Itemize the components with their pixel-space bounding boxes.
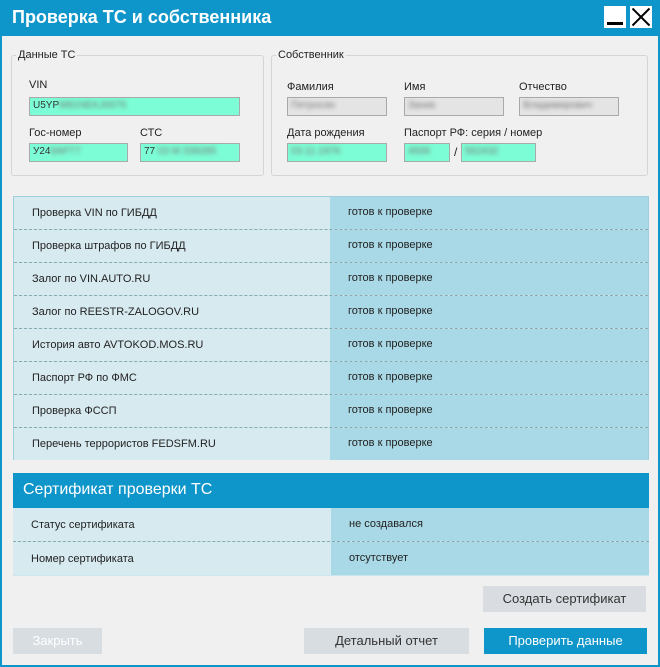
passport-label: Паспорт РФ: серия / номер: [404, 127, 543, 139]
check-row: Проверка VIN по ГИБДД готов к проверке: [14, 197, 648, 230]
owner-data-group: Собственник Фамилия Петросян Имя Заник О…: [271, 49, 648, 176]
check-status: готов к проверке: [330, 428, 648, 460]
birthdate-label: Дата рождения: [287, 127, 365, 139]
close-button[interactable]: Закрыть: [13, 628, 102, 654]
name-hidden: Заник: [408, 100, 436, 111]
check-name: Паспорт РФ по ФМС: [14, 362, 330, 394]
check-name: Перечень террористов FEDSFM.RU: [14, 428, 330, 460]
certificate-status-label: Статус сертификата: [13, 508, 331, 541]
check-status: готов к проверке: [330, 329, 648, 361]
sts-field[interactable]: 77 03 М 339285: [140, 143, 240, 162]
certificate-number-label: Номер сертификата: [13, 542, 331, 575]
passport-number-field[interactable]: 562432: [461, 143, 536, 162]
plate-value: У24: [33, 146, 51, 157]
passport-number-hidden: 562432: [465, 146, 499, 157]
create-certificate-button[interactable]: Создать сертификат: [483, 586, 646, 612]
title-bar[interactable]: Проверка ТС и собственника: [0, 0, 660, 36]
minimize-icon[interactable]: [604, 6, 626, 28]
check-status: готов к проверке: [330, 230, 648, 262]
patronymic-field[interactable]: Владимирович: [519, 97, 619, 116]
certificate-panel: Сертификат проверки ТС Статус сертификат…: [13, 473, 649, 576]
check-status: готов к проверке: [330, 395, 648, 427]
plate-hidden-part: 6АР77: [50, 146, 81, 157]
certificate-row: Статус сертификата не создавался: [13, 508, 649, 542]
check-row: Залог по REESTR-ZALOGOV.RU готов к прове…: [14, 296, 648, 329]
patronymic-label: Отчество: [519, 81, 567, 93]
surname-field[interactable]: Петросян: [287, 97, 387, 116]
check-row: Залог по VIN.AUTO.RU готов к проверке: [14, 263, 648, 296]
window-title: Проверка ТС и собственника: [12, 7, 272, 27]
check-status: готов к проверке: [330, 263, 648, 295]
certificate-number-value: отсутствует: [331, 542, 649, 575]
check-row: История авто AVTOKOD.MOS.RU готов к пров…: [14, 329, 648, 362]
check-status: готов к проверке: [330, 197, 648, 229]
birthdate-hidden: 03.11.1976: [291, 146, 341, 157]
passport-series-field[interactable]: 4506: [404, 143, 450, 162]
checks-table: Проверка VIN по ГИБДД готов к проверке П…: [13, 196, 649, 460]
plate-field[interactable]: У246АР77: [29, 143, 128, 162]
certificate-row: Номер сертификата отсутствует: [13, 542, 649, 576]
vin-field[interactable]: U5YPM81NEKJ0075: [29, 97, 240, 116]
vin-label: VIN: [29, 79, 48, 91]
check-row: Проверка штрафов по ГИБДД готов к провер…: [14, 230, 648, 263]
owner-data-legend: Собственник: [278, 49, 344, 61]
sts-hidden-part: 03 М 339285: [157, 146, 217, 157]
detailed-report-button[interactable]: Детальный отчет: [304, 628, 469, 654]
verify-data-button[interactable]: Проверить данные: [484, 628, 647, 654]
check-row: Проверка ФССП готов к проверке: [14, 395, 648, 428]
surname-hidden: Петросян: [291, 100, 336, 111]
window-content: Данные ТС VIN U5YPM81NEKJ0075 Гос-номер …: [2, 36, 658, 665]
vehicle-data-group: Данные ТС VIN U5YPM81NEKJ0075 Гос-номер …: [11, 49, 264, 176]
check-name: Проверка VIN по ГИБДД: [14, 197, 330, 229]
check-name: Проверка штрафов по ГИБДД: [14, 230, 330, 262]
check-status: готов к проверке: [330, 296, 648, 328]
main-window: Проверка ТС и собственника Данные ТС VIN…: [0, 0, 660, 667]
vin-hidden-part: M81NEKJ0075: [59, 100, 127, 111]
close-icon[interactable]: [630, 6, 652, 28]
check-row: Паспорт РФ по ФМС готов к проверке: [14, 362, 648, 395]
patronymic-hidden: Владимирович: [523, 100, 593, 111]
certificate-title: Сертификат проверки ТС: [13, 473, 649, 508]
birthdate-field[interactable]: 03.11.1976: [287, 143, 387, 162]
plate-label: Гос-номер: [29, 127, 82, 139]
check-name: История авто AVTOKOD.MOS.RU: [14, 329, 330, 361]
passport-separator: /: [454, 145, 458, 159]
check-name: Проверка ФССП: [14, 395, 330, 427]
check-status: готов к проверке: [330, 362, 648, 394]
name-field[interactable]: Заник: [404, 97, 504, 116]
vin-value: U5YP: [33, 100, 60, 111]
check-name: Залог по REESTR-ZALOGOV.RU: [14, 296, 330, 328]
certificate-status-value: не создавался: [331, 508, 649, 541]
sts-value: 77: [144, 146, 156, 157]
sts-label: СТС: [140, 127, 163, 139]
check-row: Перечень террористов FEDSFM.RU готов к п…: [14, 428, 648, 461]
check-name: Залог по VIN.AUTO.RU: [14, 263, 330, 295]
vehicle-data-legend: Данные ТС: [18, 49, 76, 61]
name-label: Имя: [404, 81, 426, 93]
surname-label: Фамилия: [287, 81, 334, 93]
passport-series-hidden: 4506: [408, 146, 431, 157]
